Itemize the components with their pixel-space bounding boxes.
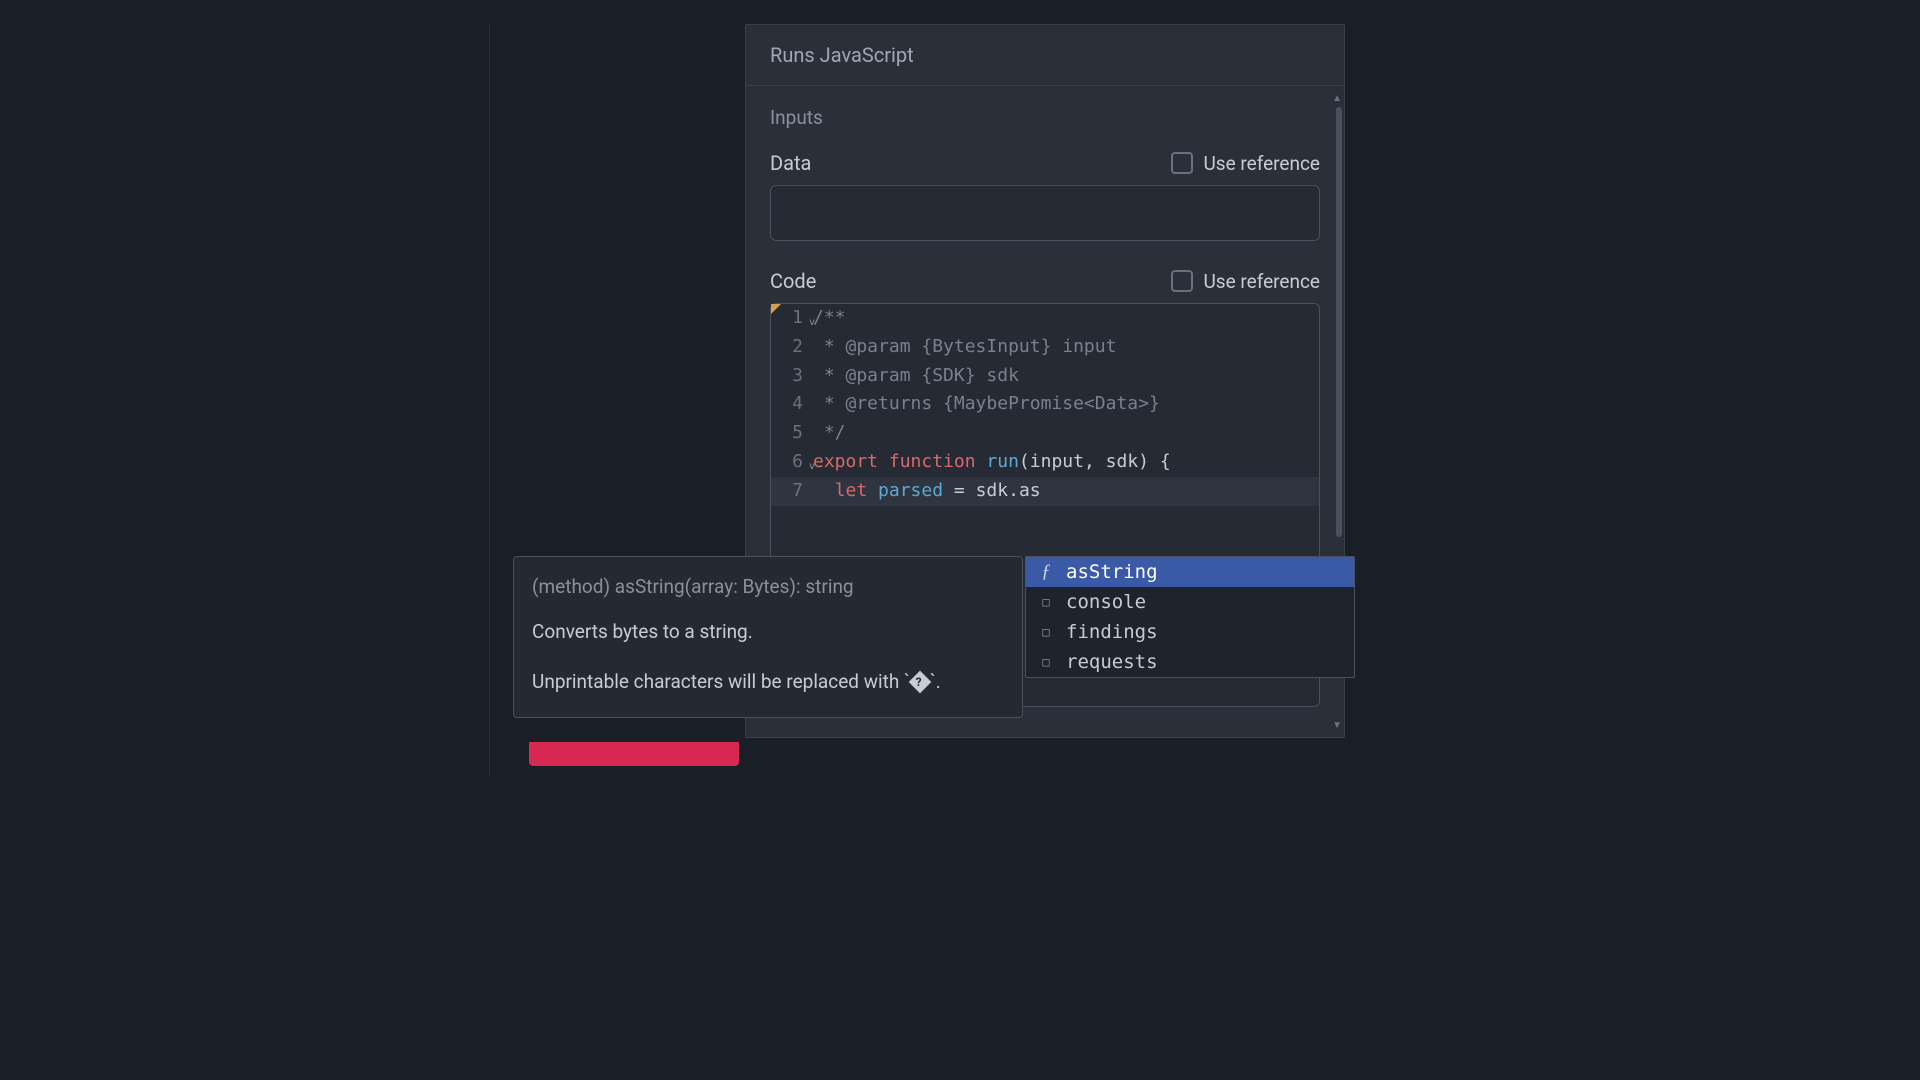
tooltip-description: Converts bytes to a string. bbox=[532, 618, 1004, 647]
code-content[interactable]: let parsed = sdk.as bbox=[813, 477, 1041, 506]
code-label: Code bbox=[770, 269, 816, 293]
action-button[interactable] bbox=[529, 742, 739, 766]
module-icon: □ bbox=[1038, 655, 1054, 669]
code-line[interactable]: 3 * @param {SDK} sdk bbox=[771, 362, 1319, 391]
code-content[interactable]: * @returns {MaybePromise<Data>} bbox=[813, 390, 1160, 419]
code-line[interactable]: 7 let parsed = sdk.as bbox=[771, 477, 1319, 506]
gutter-line-number: 4 bbox=[771, 390, 813, 419]
autocomplete-label: asString bbox=[1066, 561, 1158, 583]
gutter-line-number: 1v bbox=[771, 304, 813, 333]
code-field-row: Code Use reference bbox=[770, 269, 1320, 293]
module-icon: □ bbox=[1038, 595, 1054, 609]
fold-caret-icon[interactable]: v bbox=[809, 459, 815, 475]
scroll-down-indicator: ▼ bbox=[1332, 720, 1342, 731]
code-line[interactable]: 1v/** bbox=[771, 304, 1319, 333]
panel-title: Runs JavaScript bbox=[746, 25, 1344, 86]
code-use-reference-checkbox[interactable] bbox=[1171, 270, 1193, 292]
autocomplete-label: findings bbox=[1066, 621, 1158, 643]
gutter-line-number: 5 bbox=[771, 419, 813, 448]
data-input[interactable] bbox=[770, 185, 1320, 241]
module-icon: □ bbox=[1038, 625, 1054, 639]
code-content[interactable]: export function run(input, sdk) { bbox=[813, 448, 1171, 477]
data-field-row: Data Use reference bbox=[770, 151, 1320, 175]
signature-tooltip: (method) asString(array: Bytes): string … bbox=[513, 556, 1023, 718]
code-line[interactable]: 5 */ bbox=[771, 419, 1319, 448]
autocomplete-item[interactable]: □ findings bbox=[1026, 617, 1354, 647]
autocomplete-label: console bbox=[1066, 591, 1146, 613]
autocomplete-item[interactable]: □ console bbox=[1026, 587, 1354, 617]
gutter-line-number: 3 bbox=[771, 362, 813, 391]
data-use-reference-label: Use reference bbox=[1203, 152, 1320, 175]
gutter-line-number: 7 bbox=[771, 477, 813, 506]
autocomplete-item[interactable]: ƒ asString bbox=[1026, 557, 1354, 587]
data-use-reference-checkbox[interactable] bbox=[1171, 152, 1193, 174]
code-use-reference-group: Use reference bbox=[1171, 270, 1320, 293]
code-line[interactable]: 6vexport function run(input, sdk) { bbox=[771, 448, 1319, 477]
tooltip-signature: (method) asString(array: Bytes): string bbox=[532, 573, 1004, 602]
code-use-reference-label: Use reference bbox=[1203, 270, 1320, 293]
method-icon: ƒ bbox=[1038, 561, 1054, 583]
replacement-char-icon bbox=[909, 671, 932, 694]
data-use-reference-group: Use reference bbox=[1171, 152, 1320, 175]
tooltip-note: Unprintable characters will be replaced … bbox=[532, 668, 1004, 697]
code-line[interactable]: 4 * @returns {MaybePromise<Data>} bbox=[771, 390, 1319, 419]
gutter-line-number: 2 bbox=[771, 333, 813, 362]
data-label: Data bbox=[770, 151, 811, 175]
code-line[interactable]: 2 * @param {BytesInput} input bbox=[771, 333, 1319, 362]
code-content[interactable]: /** bbox=[813, 304, 846, 333]
autocomplete-popup[interactable]: ƒ asString □ console □ findings □ requests bbox=[1025, 556, 1355, 678]
autocomplete-item[interactable]: □ requests bbox=[1026, 647, 1354, 677]
inputs-heading: Inputs bbox=[770, 106, 1320, 129]
fold-caret-icon[interactable]: v bbox=[809, 315, 815, 331]
gutter-line-number: 6v bbox=[771, 448, 813, 477]
code-content[interactable]: */ bbox=[813, 419, 846, 448]
autocomplete-label: requests bbox=[1066, 651, 1158, 673]
left-pane-edge bbox=[482, 24, 490, 776]
code-content[interactable]: * @param {SDK} sdk bbox=[813, 362, 1019, 391]
code-content[interactable]: * @param {BytesInput} input bbox=[813, 333, 1116, 362]
